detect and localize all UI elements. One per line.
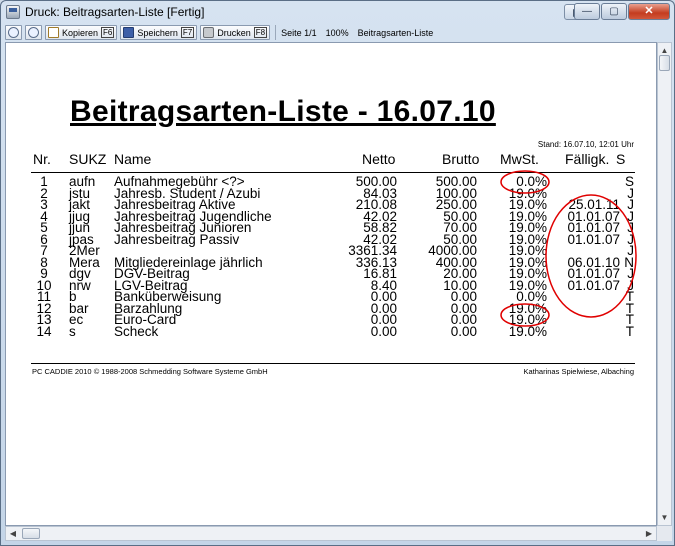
page-indicator: Seite 1/1 <box>281 27 317 38</box>
col-header-mwst: MwSt. <box>500 151 539 167</box>
copy-label: Kopieren <box>62 27 99 38</box>
save-button[interactable]: Speichern F7 <box>120 25 198 40</box>
table-row: 10 nrw LGV-Beitrag 8.40 10.00 19.0% 01.01.07 J <box>6 277 656 293</box>
print-preview-window: Druck: Beitragsarten-Liste [Fertig] — ▢ … <box>0 0 675 546</box>
col-header-s: S <box>616 151 626 167</box>
table-row: 1 aufn Aufnahmegebühr <?> 500.00 500.00 0.0% S <box>6 175 656 189</box>
copy-button[interactable]: Kopieren F6 <box>45 25 118 40</box>
scroll-right-icon[interactable]: ▶ <box>642 527 656 540</box>
horizontal-scrollbar[interactable]: ◀ ▶ <box>5 526 657 541</box>
table-row: 11 b Banküberweisung 0.00 0.00 0.0% T <box>6 290 656 304</box>
copy-shortcut: F6 <box>101 27 115 38</box>
scrollbar-corner <box>657 526 672 541</box>
table-row: 9 dgv DGV-Beitrag 16.81 20.00 19.0% 01.01.07 J <box>6 267 656 281</box>
maximize-button[interactable]: ▢ <box>601 3 627 20</box>
copy-icon <box>48 27 59 38</box>
cell-brutto: 0.00 <box>450 323 477 339</box>
table-row: 14 s Scheck 0.00 0.00 19.0% T <box>6 323 656 339</box>
footer-divider <box>31 363 635 364</box>
footer-copyright: PC CADDIE 2010 © 1988-2008 Schmedding So… <box>32 367 268 376</box>
table-row: 6 jpas Jahresbeitrag Passiv 42.02 50.00 19.0%… <box>6 231 656 247</box>
zoom-level: 100% <box>325 27 349 38</box>
header-divider <box>31 172 635 173</box>
col-header-sukz: SUKZ <box>69 151 107 167</box>
window-title: Druck: Beitragsarten-Liste [Fertig] <box>25 5 205 19</box>
zoom-out-button[interactable] <box>25 25 42 40</box>
print-shortcut: F8 <box>253 27 268 38</box>
cell-name: Scheck <box>114 323 159 339</box>
zoom-in-icon <box>8 27 19 38</box>
col-header-faelligkeit: Fälligk. <box>565 151 610 167</box>
table-row: 13 ec Euro-Card 0.00 0.00 19.0% T <box>6 313 656 327</box>
table-row: 12 bar Barzahlung 0.00 0.00 19.0% T <box>6 301 656 315</box>
save-shortcut: F7 <box>180 27 195 38</box>
title-bar: Druck: Beitragsarten-Liste [Fertig] — ▢ … <box>1 1 674 23</box>
table-row: 3 jakt Jahresbeitrag Aktive 210.08 250.00 19.… <box>6 198 656 212</box>
report-title: Beitragsarten-Liste - 16.07.10 <box>70 95 496 128</box>
vertical-scroll-thumb[interactable] <box>659 55 670 71</box>
cell-s: T <box>625 323 634 339</box>
save-label: Speichern <box>137 27 178 38</box>
col-header-brutto: Brutto <box>442 151 480 167</box>
scroll-down-icon[interactable]: ▼ <box>658 510 671 525</box>
scroll-left-icon[interactable]: ◀ <box>6 527 20 540</box>
vertical-scrollbar[interactable]: ▲ ▼ <box>657 42 672 526</box>
cell-name: Jahresbeitrag Passiv <box>114 231 240 247</box>
printer-icon <box>203 27 215 38</box>
table-row: 2 jstu Jahresb. Student / Azubi 84.03 100.00… <box>6 186 656 200</box>
col-header-nr: Nr. <box>33 151 51 167</box>
table-row: 5 jjun Jahresbeitrag Junioren 58.82 70.00 19.… <box>6 221 656 235</box>
report-table: 1 aufn Aufnahmegebühr <?> 500.00 500.00 0.0% S… <box>6 175 656 339</box>
footer-club: Katharinas Spielwiese, Albaching <box>523 367 635 376</box>
horizontal-scroll-thumb[interactable] <box>22 528 40 539</box>
table-row: 8 Mera Mitgliedereinlage jährlich 336.13 400… <box>6 255 656 269</box>
toolbar: Kopieren F6 Speichern F7 Drucken F8 Seit… <box>5 24 669 41</box>
zoom-in-button[interactable] <box>5 25 22 40</box>
save-icon <box>123 27 135 38</box>
cell-mwst: 19.0% <box>508 323 547 339</box>
report-page: Beitragsarten-Liste - 16.07.10 Stand: 16… <box>6 43 656 525</box>
table-row: 7 2Mer 3361.34 4000.00 19.0% J <box>6 244 656 258</box>
app-icon <box>6 5 20 19</box>
col-header-netto: Netto <box>362 151 396 167</box>
report-timestamp: Stand: 16.07.10, 12:01 Uhr <box>537 140 634 149</box>
cell-sukz: s <box>69 323 76 339</box>
cell-netto: 0.00 <box>370 323 397 339</box>
preview-area: Beitragsarten-Liste - 16.07.10 Stand: 16… <box>5 42 657 526</box>
close-button[interactable]: ✕ <box>628 3 670 20</box>
cell-fall: 01.01.07 <box>567 277 620 293</box>
document-name: Beitragsarten-Liste <box>357 27 434 38</box>
zoom-out-icon <box>28 27 39 38</box>
minimize-button[interactable]: — <box>574 3 600 20</box>
print-label: Drucken <box>217 27 251 38</box>
cell-nr: 14 <box>36 323 52 339</box>
col-header-name: Name <box>114 151 152 167</box>
toolbar-separator <box>275 25 277 40</box>
cell-fall: 01.01.07 <box>567 231 620 247</box>
print-button[interactable]: Drucken F8 <box>200 25 271 40</box>
table-row: 4 jjug Jahresbeitrag Jugendliche 42.02 50.00… <box>6 209 656 223</box>
